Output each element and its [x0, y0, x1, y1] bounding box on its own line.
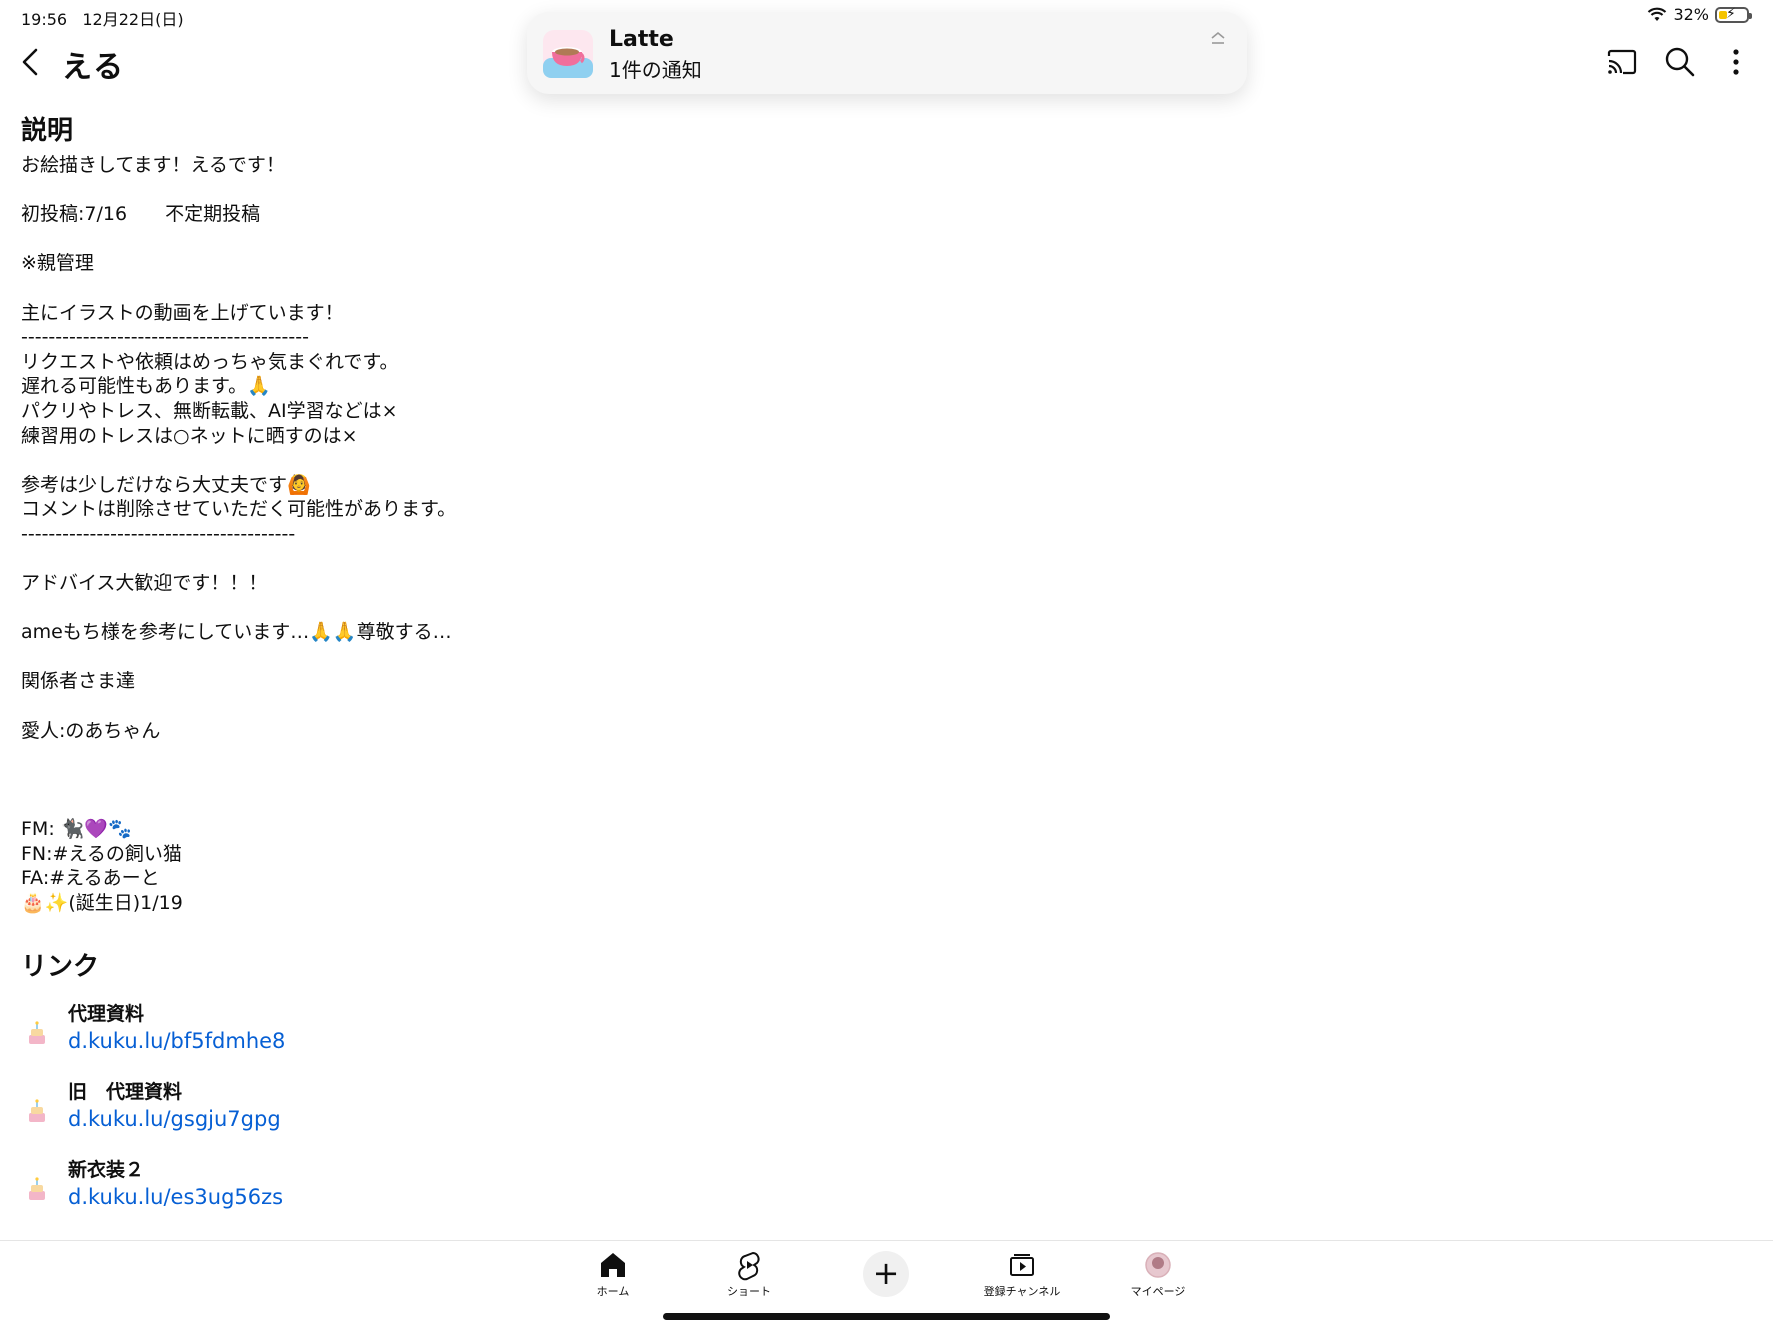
description-line [21, 768, 621, 793]
notification-message: 1件の通知 [609, 58, 702, 82]
back-button[interactable] [18, 44, 48, 80]
description-line: 🎂✨(誕生日)1/19 [21, 891, 183, 914]
cake-icon [29, 1099, 45, 1122]
home-indicator [663, 1313, 1110, 1320]
shorts-icon [738, 1251, 760, 1281]
description-line: 初投稿:7/16 不定期投稿 [21, 203, 261, 226]
link-title: 代理資料 [68, 1003, 145, 1025]
subscriptions-icon [1010, 1254, 1034, 1276]
description-line [21, 743, 621, 768]
cast-icon [1607, 49, 1637, 75]
status-right: 32% ⚡ [1647, 5, 1752, 24]
link-title: 旧 代理資料 [68, 1081, 183, 1103]
avatar [1145, 1252, 1171, 1278]
description-line: お絵描きしてます！えるです！ [21, 154, 285, 176]
description-line: 練習用のトレスは○ネットに晒すのは× [21, 424, 358, 447]
cast-button[interactable] [1604, 44, 1640, 80]
description-line: 遅れる可能性もあります。🙏 [21, 375, 271, 398]
description-line: FM: 🐈‍⬛💜🐾 [21, 818, 132, 841]
notification-banner[interactable]: Latte 1件の通知 [527, 12, 1247, 94]
description-line: 主にイラストの動画を上げています！ [21, 301, 344, 324]
description-line [21, 547, 621, 572]
links-heading: リンク [21, 952, 100, 982]
nav-mypage-label: マイページ [1130, 1285, 1186, 1298]
link-title: 新衣装２ [68, 1159, 145, 1181]
description-line: パクリやトレス、無断転載、AI学習などは× [21, 399, 398, 422]
chevron-left-icon [22, 48, 38, 76]
nav-shorts[interactable]: ショート [704, 1249, 794, 1299]
nav-home-label: ホーム [596, 1285, 630, 1298]
nav-mypage[interactable]: マイページ [1113, 1249, 1203, 1299]
description-line [21, 178, 621, 203]
link-item[interactable]: 新衣装２ d.kuku.lu/es3ug56zs [21, 1155, 621, 1233]
link-url[interactable]: d.kuku.lu/bf5fdmhe8 [68, 1029, 285, 1053]
battery-icon: ⚡ [1715, 6, 1752, 23]
nav-home[interactable]: ホーム [568, 1249, 658, 1299]
description-line [21, 694, 621, 719]
notification-app-name: Latte [609, 27, 674, 52]
links-section: リンク 代理資料 d.kuku.lu/bf5fdmhe8 旧 代理資料 d.kuku.… [21, 946, 621, 1233]
description-line [21, 227, 621, 252]
description-line: ----------------------------------------… [21, 326, 309, 349]
description-heading: 説明 [21, 116, 74, 146]
nav-shorts-label: ショート [727, 1285, 771, 1298]
description-line: 愛人:のあちゃん [21, 719, 161, 742]
latte-app-icon [543, 30, 593, 78]
description-line: 参考は少しだけなら大丈夫です🙆 [21, 473, 311, 496]
wifi-icon [1648, 7, 1667, 21]
bottom-navigation: ホーム ショート + 登録チャンネル マイページ [0, 1240, 1773, 1330]
description-line: ---------------------------------------- [21, 522, 296, 545]
more-options-button[interactable] [1718, 44, 1754, 80]
nav-subscriptions-label: 登録チャンネル [983, 1285, 1061, 1298]
create-button[interactable]: + [863, 1251, 909, 1297]
more-vertical-icon [1733, 49, 1739, 75]
description-line: コメントは削除させていただく可能性があります。 [21, 498, 457, 521]
description-line: リクエストや依頼はめっちゃ気まぐれです。 [21, 350, 399, 373]
cake-icon [29, 1021, 45, 1044]
plus-icon: + [872, 1254, 900, 1292]
status-time: 19:56 12月22日(日) [21, 10, 184, 29]
nav-subscriptions[interactable]: 登録チャンネル [977, 1249, 1067, 1299]
link-url[interactable]: d.kuku.lu/es3ug56zs [68, 1185, 283, 1209]
description-line [21, 645, 621, 670]
link-url[interactable]: d.kuku.lu/gsgju7gpg [68, 1107, 281, 1131]
description-line: FA:#えるあーと [21, 867, 160, 890]
search-icon [1665, 47, 1695, 77]
description-line: ※親管理 [21, 252, 94, 275]
description-line [21, 276, 621, 301]
description-line [21, 596, 621, 621]
cake-icon [29, 1177, 45, 1200]
notification-expand-icon[interactable] [1209, 30, 1227, 53]
link-item[interactable]: 旧 代理資料 d.kuku.lu/gsgju7gpg [21, 1077, 621, 1155]
description-line [21, 448, 621, 473]
about-section: 説明 お絵描きしてます！えるです！ 初投稿:7/16 不定期投稿 ※親管理主にイラス… [21, 110, 621, 915]
description-line: 関係者さま達 [21, 670, 136, 693]
description-line [21, 792, 621, 817]
description-line: FN:#えるの飼い猫 [21, 842, 182, 865]
description-line: アドバイス大歓迎です！！！ [21, 572, 268, 595]
link-item[interactable]: 代理資料 d.kuku.lu/bf5fdmhe8 [21, 999, 621, 1077]
page-title: える [62, 50, 126, 85]
description-text: お絵描きしてます！えるです！ 初投稿:7/16 不定期投稿 ※親管理主にイラストの動… [21, 153, 621, 915]
description-line: ameもち様を参考にしています…🙏🙏尊敬する… [21, 621, 452, 644]
battery-percent: 32% [1673, 5, 1709, 24]
search-button[interactable] [1662, 44, 1698, 80]
home-icon [601, 1253, 625, 1277]
